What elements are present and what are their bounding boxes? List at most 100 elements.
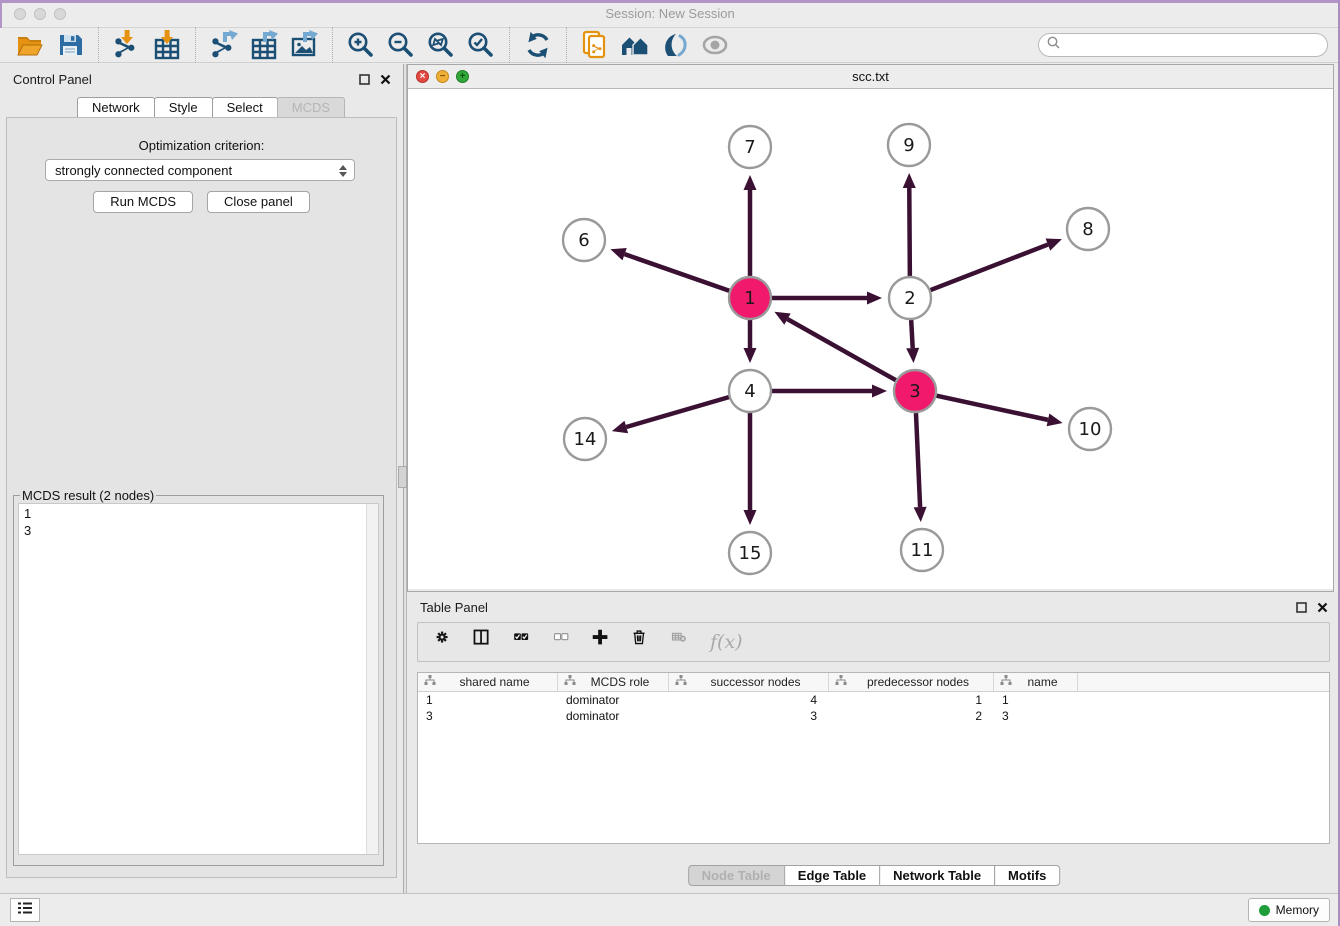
table-cell[interactable]: 1 bbox=[994, 692, 1078, 708]
float-table-panel-icon[interactable] bbox=[1296, 600, 1307, 618]
table-row[interactable]: 1dominator411 bbox=[418, 692, 1329, 708]
memory-button[interactable]: Memory bbox=[1248, 898, 1330, 922]
graph-node-14[interactable]: 14 bbox=[564, 418, 606, 460]
zoom-fit-button[interactable] bbox=[421, 28, 461, 62]
graph-edge-3-10[interactable] bbox=[936, 396, 1062, 427]
column-header-MCDS-role[interactable]: MCDS role bbox=[558, 673, 669, 691]
zoom-selected-button[interactable] bbox=[461, 28, 501, 62]
zoom-out-button[interactable] bbox=[381, 28, 421, 62]
panel-splitter-grip[interactable] bbox=[398, 466, 407, 488]
table-cell[interactable]: dominator bbox=[558, 692, 669, 708]
show-details-button[interactable] bbox=[615, 28, 655, 62]
zoom-in-icon bbox=[346, 30, 376, 60]
table-cell[interactable]: 4 bbox=[669, 692, 829, 708]
export-image-button[interactable] bbox=[284, 28, 324, 62]
graph-node-3[interactable]: 3 bbox=[894, 370, 936, 412]
graph-node-6[interactable]: 6 bbox=[563, 219, 605, 261]
table-cell[interactable]: 2 bbox=[829, 708, 994, 724]
tab-node-table[interactable]: Node Table bbox=[688, 865, 785, 886]
graph-node-11[interactable]: 11 bbox=[901, 529, 943, 571]
import-network-button[interactable] bbox=[107, 28, 147, 62]
open-session-button[interactable] bbox=[10, 28, 50, 62]
toolbar-separator bbox=[98, 27, 99, 63]
graph-edge-2-3[interactable] bbox=[906, 320, 919, 363]
toolbar-separator bbox=[195, 27, 196, 63]
tab-motifs[interactable]: Motifs bbox=[994, 865, 1060, 886]
tab-network[interactable]: Network bbox=[77, 97, 155, 118]
hide-graphics-button[interactable] bbox=[655, 28, 695, 62]
select-all-button[interactable] bbox=[512, 630, 535, 655]
deselect-all-button[interactable] bbox=[552, 630, 575, 655]
import-table-button[interactable] bbox=[147, 28, 187, 62]
mcds-result-box[interactable]: 1 3 bbox=[18, 503, 379, 855]
run-mcds-button[interactable]: Run MCDS bbox=[93, 191, 193, 213]
tab-style[interactable]: Style bbox=[154, 97, 213, 118]
graph-node-10[interactable]: 10 bbox=[1069, 408, 1111, 450]
network-graph[interactable]: 1 2 3 4 6 7 8 9 10 11 14 15 bbox=[408, 89, 1333, 589]
delete-row-button[interactable] bbox=[631, 628, 653, 656]
graph-edge-3-11[interactable] bbox=[914, 413, 927, 522]
add-row-button[interactable] bbox=[592, 629, 614, 656]
graph-node-4[interactable]: 4 bbox=[729, 370, 771, 412]
column-header-successor-nodes[interactable]: successor nodes bbox=[669, 673, 829, 691]
table-cell[interactable]: 1 bbox=[418, 692, 558, 708]
criterion-dropdown[interactable]: strongly connected component bbox=[45, 159, 355, 181]
export-network-button[interactable] bbox=[204, 28, 244, 62]
table-cell[interactable]: 3 bbox=[669, 708, 829, 724]
graph-node-15[interactable]: 15 bbox=[729, 532, 771, 574]
graph-edge-1-7[interactable] bbox=[744, 175, 757, 276]
svg-text:11: 11 bbox=[911, 540, 934, 561]
tab-edge-table[interactable]: Edge Table bbox=[784, 865, 880, 886]
search-icon bbox=[1046, 35, 1062, 56]
tab-select[interactable]: Select bbox=[212, 97, 278, 118]
graph-edge-4-3[interactable] bbox=[772, 385, 887, 398]
graph-edge-1-4[interactable] bbox=[744, 320, 757, 363]
graph-edge-1-2[interactable] bbox=[772, 292, 882, 305]
graph-edge-4-15[interactable] bbox=[744, 413, 757, 525]
graph-edge-2-9[interactable] bbox=[903, 173, 916, 276]
network-window-titlebar[interactable]: × − + scc.txt bbox=[408, 65, 1333, 89]
show-status-list-button[interactable] bbox=[10, 898, 40, 922]
graph-edge-3-1[interactable] bbox=[774, 312, 895, 380]
close-table-panel-icon[interactable] bbox=[1317, 600, 1328, 618]
export-table-button[interactable] bbox=[244, 28, 284, 62]
zoom-in-button[interactable] bbox=[341, 28, 381, 62]
graph-edge-1-6[interactable] bbox=[610, 248, 729, 291]
search-box[interactable] bbox=[1038, 33, 1328, 57]
column-header-shared-name[interactable]: shared name bbox=[418, 673, 558, 691]
column-header-name[interactable]: name bbox=[994, 673, 1078, 691]
table-row[interactable]: 3dominator323 bbox=[418, 708, 1329, 724]
close-panel-button[interactable]: Close panel bbox=[207, 191, 310, 213]
column-header-predecessor-nodes[interactable]: predecessor nodes bbox=[829, 673, 994, 691]
memory-label: Memory bbox=[1276, 903, 1319, 917]
open-session-icon bbox=[15, 30, 45, 60]
result-scrollbar[interactable] bbox=[366, 504, 378, 854]
table-cell[interactable]: 3 bbox=[994, 708, 1078, 724]
clone-network-button[interactable] bbox=[575, 28, 615, 62]
settings-button[interactable] bbox=[434, 629, 456, 656]
tab-mcds[interactable]: MCDS bbox=[277, 97, 345, 118]
graph-node-2[interactable]: 2 bbox=[889, 277, 931, 319]
close-panel-icon[interactable] bbox=[380, 72, 391, 90]
graph-edge-4-14[interactable] bbox=[612, 397, 729, 433]
graph-node-7[interactable]: 7 bbox=[729, 126, 771, 168]
hide-graphics-icon bbox=[660, 30, 690, 60]
table-cell[interactable]: dominator bbox=[558, 708, 669, 724]
table-panel-header: Table Panel bbox=[407, 598, 1340, 618]
float-panel-icon[interactable] bbox=[359, 72, 370, 90]
table-panel-title: Table Panel bbox=[420, 600, 488, 615]
tab-network-table[interactable]: Network Table bbox=[879, 865, 995, 886]
table-cell[interactable]: 1 bbox=[829, 692, 994, 708]
network-canvas[interactable]: 1 2 3 4 6 7 8 9 10 11 14 15 bbox=[408, 89, 1333, 589]
column-view-button[interactable] bbox=[473, 629, 495, 656]
graph-edge-2-8[interactable] bbox=[931, 238, 1062, 290]
save-session-button[interactable] bbox=[50, 28, 90, 62]
graph-node-9[interactable]: 9 bbox=[888, 124, 930, 166]
refresh-button[interactable] bbox=[518, 28, 558, 62]
graph-node-8[interactable]: 8 bbox=[1067, 208, 1109, 250]
mcds-panel: Optimization criterion: strongly connect… bbox=[6, 117, 397, 878]
table-cell[interactable]: 3 bbox=[418, 708, 558, 724]
graph-node-1[interactable]: 1 bbox=[729, 277, 771, 319]
sort-hierarchy-icon bbox=[564, 675, 576, 689]
search-input[interactable] bbox=[1062, 36, 1327, 54]
